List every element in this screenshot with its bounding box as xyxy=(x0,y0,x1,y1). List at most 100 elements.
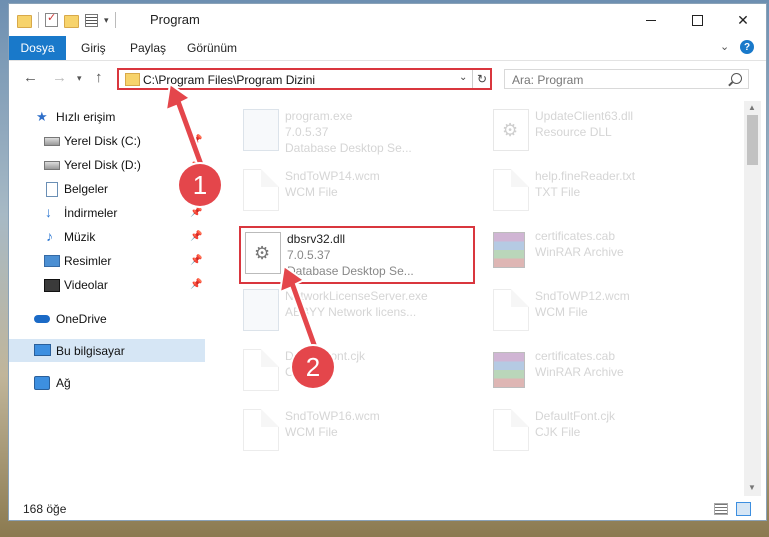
maximize-icon xyxy=(691,14,703,26)
tab-paylas[interactable]: Paylaş xyxy=(130,36,166,60)
file-item[interactable]: DefaultFont.cjk CJK File xyxy=(485,403,720,455)
pin-icon[interactable]: 📌 xyxy=(190,135,202,146)
file-name: certificates.cab xyxy=(535,229,616,243)
folder-icon[interactable] xyxy=(17,14,32,28)
document-icon xyxy=(46,182,58,197)
file-description: Database Desktop Se... xyxy=(285,141,412,155)
refresh-icon[interactable]: ↻ xyxy=(472,70,491,88)
file-type: WCM File xyxy=(285,185,338,199)
sidebar-item-label: Yerel Disk (D:) xyxy=(64,157,141,172)
sidebar-item-music[interactable]: ♪ Müzik 📌 xyxy=(9,225,205,248)
sidebar-item-label: OneDrive xyxy=(56,311,107,326)
close-button[interactable]: ✕ xyxy=(720,4,766,36)
sidebar-item-documents[interactable]: Belgeler 📌 xyxy=(9,177,205,200)
sidebar-item-onedrive[interactable]: OneDrive xyxy=(9,307,205,330)
minimize-button[interactable] xyxy=(628,4,674,36)
address-bar[interactable]: C:\Program Files\Program Dizini ⌄ ↻ xyxy=(117,68,492,90)
folder-icon xyxy=(125,73,140,86)
maximize-button[interactable] xyxy=(674,4,720,36)
navigation-bar: ← → ▾ ↑ C:\Program Files\Program Dizini … xyxy=(9,61,766,95)
file-item[interactable]: certificates.cab WinRAR Archive xyxy=(485,223,720,275)
exe-file-icon xyxy=(243,109,279,151)
file-type: WinRAR Archive xyxy=(535,245,624,259)
sidebar-item-label: Müzik xyxy=(64,229,96,244)
sidebar-item-label: Hızlı erişim xyxy=(56,109,116,124)
cloud-icon xyxy=(34,315,50,323)
file-item[interactable]: NetworkLicenseServer.exe ABBYY Network l… xyxy=(235,283,470,335)
download-icon: ↓ xyxy=(45,204,52,220)
pin-icon[interactable]: 📌 xyxy=(190,255,202,266)
file-item[interactable]: SndToWP12.wcm WCM File xyxy=(485,283,720,335)
tab-gorunum[interactable]: Görünüm xyxy=(187,36,237,60)
title-bar: ▾ Program ✕ xyxy=(9,4,766,36)
file-description: Database Desktop Se... xyxy=(287,264,414,278)
scroll-up-icon[interactable]: ▲ xyxy=(748,103,756,112)
sidebar-item-quick-access[interactable]: ★ Hızlı erişim xyxy=(9,105,205,128)
toolbar-divider xyxy=(38,12,39,28)
dll-file-icon xyxy=(245,232,281,274)
tab-dosya[interactable]: Dosya xyxy=(9,36,66,60)
new-folder-icon[interactable] xyxy=(64,14,79,28)
forward-arrow-icon[interactable]: → xyxy=(52,69,67,86)
back-arrow-icon[interactable]: ← xyxy=(23,69,38,86)
file-item[interactable]: SndToWP14.wcm WCM File xyxy=(235,163,470,215)
sidebar-item-this-pc[interactable]: Bu bilgisayar xyxy=(9,339,205,362)
pin-icon[interactable]: 📌 xyxy=(190,207,202,218)
scroll-down-icon[interactable]: ▼ xyxy=(748,483,756,492)
sidebar-item-pictures[interactable]: Resimler 📌 xyxy=(9,249,205,272)
help-icon[interactable]: ? xyxy=(740,40,754,54)
sidebar-item-videos[interactable]: Videolar 📌 xyxy=(9,273,205,296)
sidebar-item-local-disk-d[interactable]: Yerel Disk (D:) 📌 xyxy=(9,153,205,176)
sidebar-item-downloads[interactable]: ↓ İndirmeler 📌 xyxy=(9,201,205,224)
file-name: DefaultFont.cjk xyxy=(535,409,616,423)
search-icon[interactable] xyxy=(731,73,742,84)
file-name: SndToWP14.wcm xyxy=(285,169,380,183)
recent-locations-chevron-icon[interactable]: ▾ xyxy=(77,73,82,84)
file-name: SndToWP12.wcm xyxy=(535,289,630,303)
sidebar-item-label: Bu bilgisayar xyxy=(56,343,125,358)
address-dropdown-chevron-icon[interactable]: ⌄ xyxy=(459,72,467,83)
dll-file-icon xyxy=(493,109,529,151)
scrollbar-thumb[interactable] xyxy=(747,115,758,165)
status-bar: 168 öğe xyxy=(9,498,766,520)
highlighted-file-dbsrv32[interactable]: dbsrv32.dll 7.0.5.37 Database Desktop Se… xyxy=(239,226,475,284)
details-view-icon[interactable] xyxy=(714,503,728,515)
computer-icon xyxy=(34,344,51,356)
up-arrow-icon[interactable]: ↑ xyxy=(95,69,103,86)
sidebar-item-local-disk-c[interactable]: Yerel Disk (C:) 📌 xyxy=(9,129,205,152)
address-path[interactable]: C:\Program Files\Program Dizini xyxy=(143,73,315,87)
properties-check-icon[interactable] xyxy=(45,11,58,27)
file-item[interactable]: help.fineReader.txt TXT File xyxy=(485,163,720,215)
file-type: TXT File xyxy=(535,185,581,199)
sidebar-item-label: Ağ xyxy=(56,375,71,390)
winrar-archive-icon xyxy=(493,232,525,268)
file-name: dbsrv32.dll xyxy=(287,232,346,246)
search-input[interactable]: Ara: Program xyxy=(512,73,583,87)
vertical-scrollbar[interactable]: ▲ ▼ xyxy=(744,101,761,496)
file-item[interactable]: dbsrv32.dll 7.0.5.37 Database Desktop Se… xyxy=(237,226,472,278)
file-item[interactable]: DefaultFont.cjk CJK File xyxy=(235,343,470,395)
file-item[interactable]: UpdateClient63.dll Resource DLL xyxy=(485,103,720,155)
sidebar-item-label: İndirmeler xyxy=(64,205,118,220)
file-type: CJK File xyxy=(535,425,581,439)
file-item[interactable]: certificates.cab WinRAR Archive xyxy=(485,343,720,395)
file-icon xyxy=(493,169,529,211)
network-icon xyxy=(34,376,50,390)
sidebar-item-label: Yerel Disk (C:) xyxy=(64,133,141,148)
pin-icon[interactable]: 📌 xyxy=(190,231,202,242)
file-item[interactable]: SndToWP16.wcm WCM File xyxy=(235,403,470,455)
file-icon xyxy=(493,289,529,331)
file-name: NetworkLicenseServer.exe xyxy=(285,289,428,303)
file-icon xyxy=(243,409,279,451)
pin-icon[interactable]: 📌 xyxy=(190,279,202,290)
properties-icon[interactable] xyxy=(85,13,98,27)
file-name: SndToWP16.wcm xyxy=(285,409,380,423)
sidebar-item-network[interactable]: Ağ xyxy=(9,371,205,394)
customize-toolbar-chevron-icon[interactable]: ▾ xyxy=(104,15,109,26)
large-icons-view-icon[interactable] xyxy=(736,502,751,516)
search-box[interactable]: Ara: Program xyxy=(504,69,749,89)
file-item[interactable]: program.exe 7.0.5.37 Database Desktop Se… xyxy=(235,103,470,155)
expand-ribbon-chevron-icon[interactable]: ⌄ xyxy=(720,40,729,53)
navigation-pane: ★ Hızlı erişim Yerel Disk (C:) 📌 Yerel D… xyxy=(9,101,205,496)
tab-giris[interactable]: Giriş xyxy=(81,36,106,60)
